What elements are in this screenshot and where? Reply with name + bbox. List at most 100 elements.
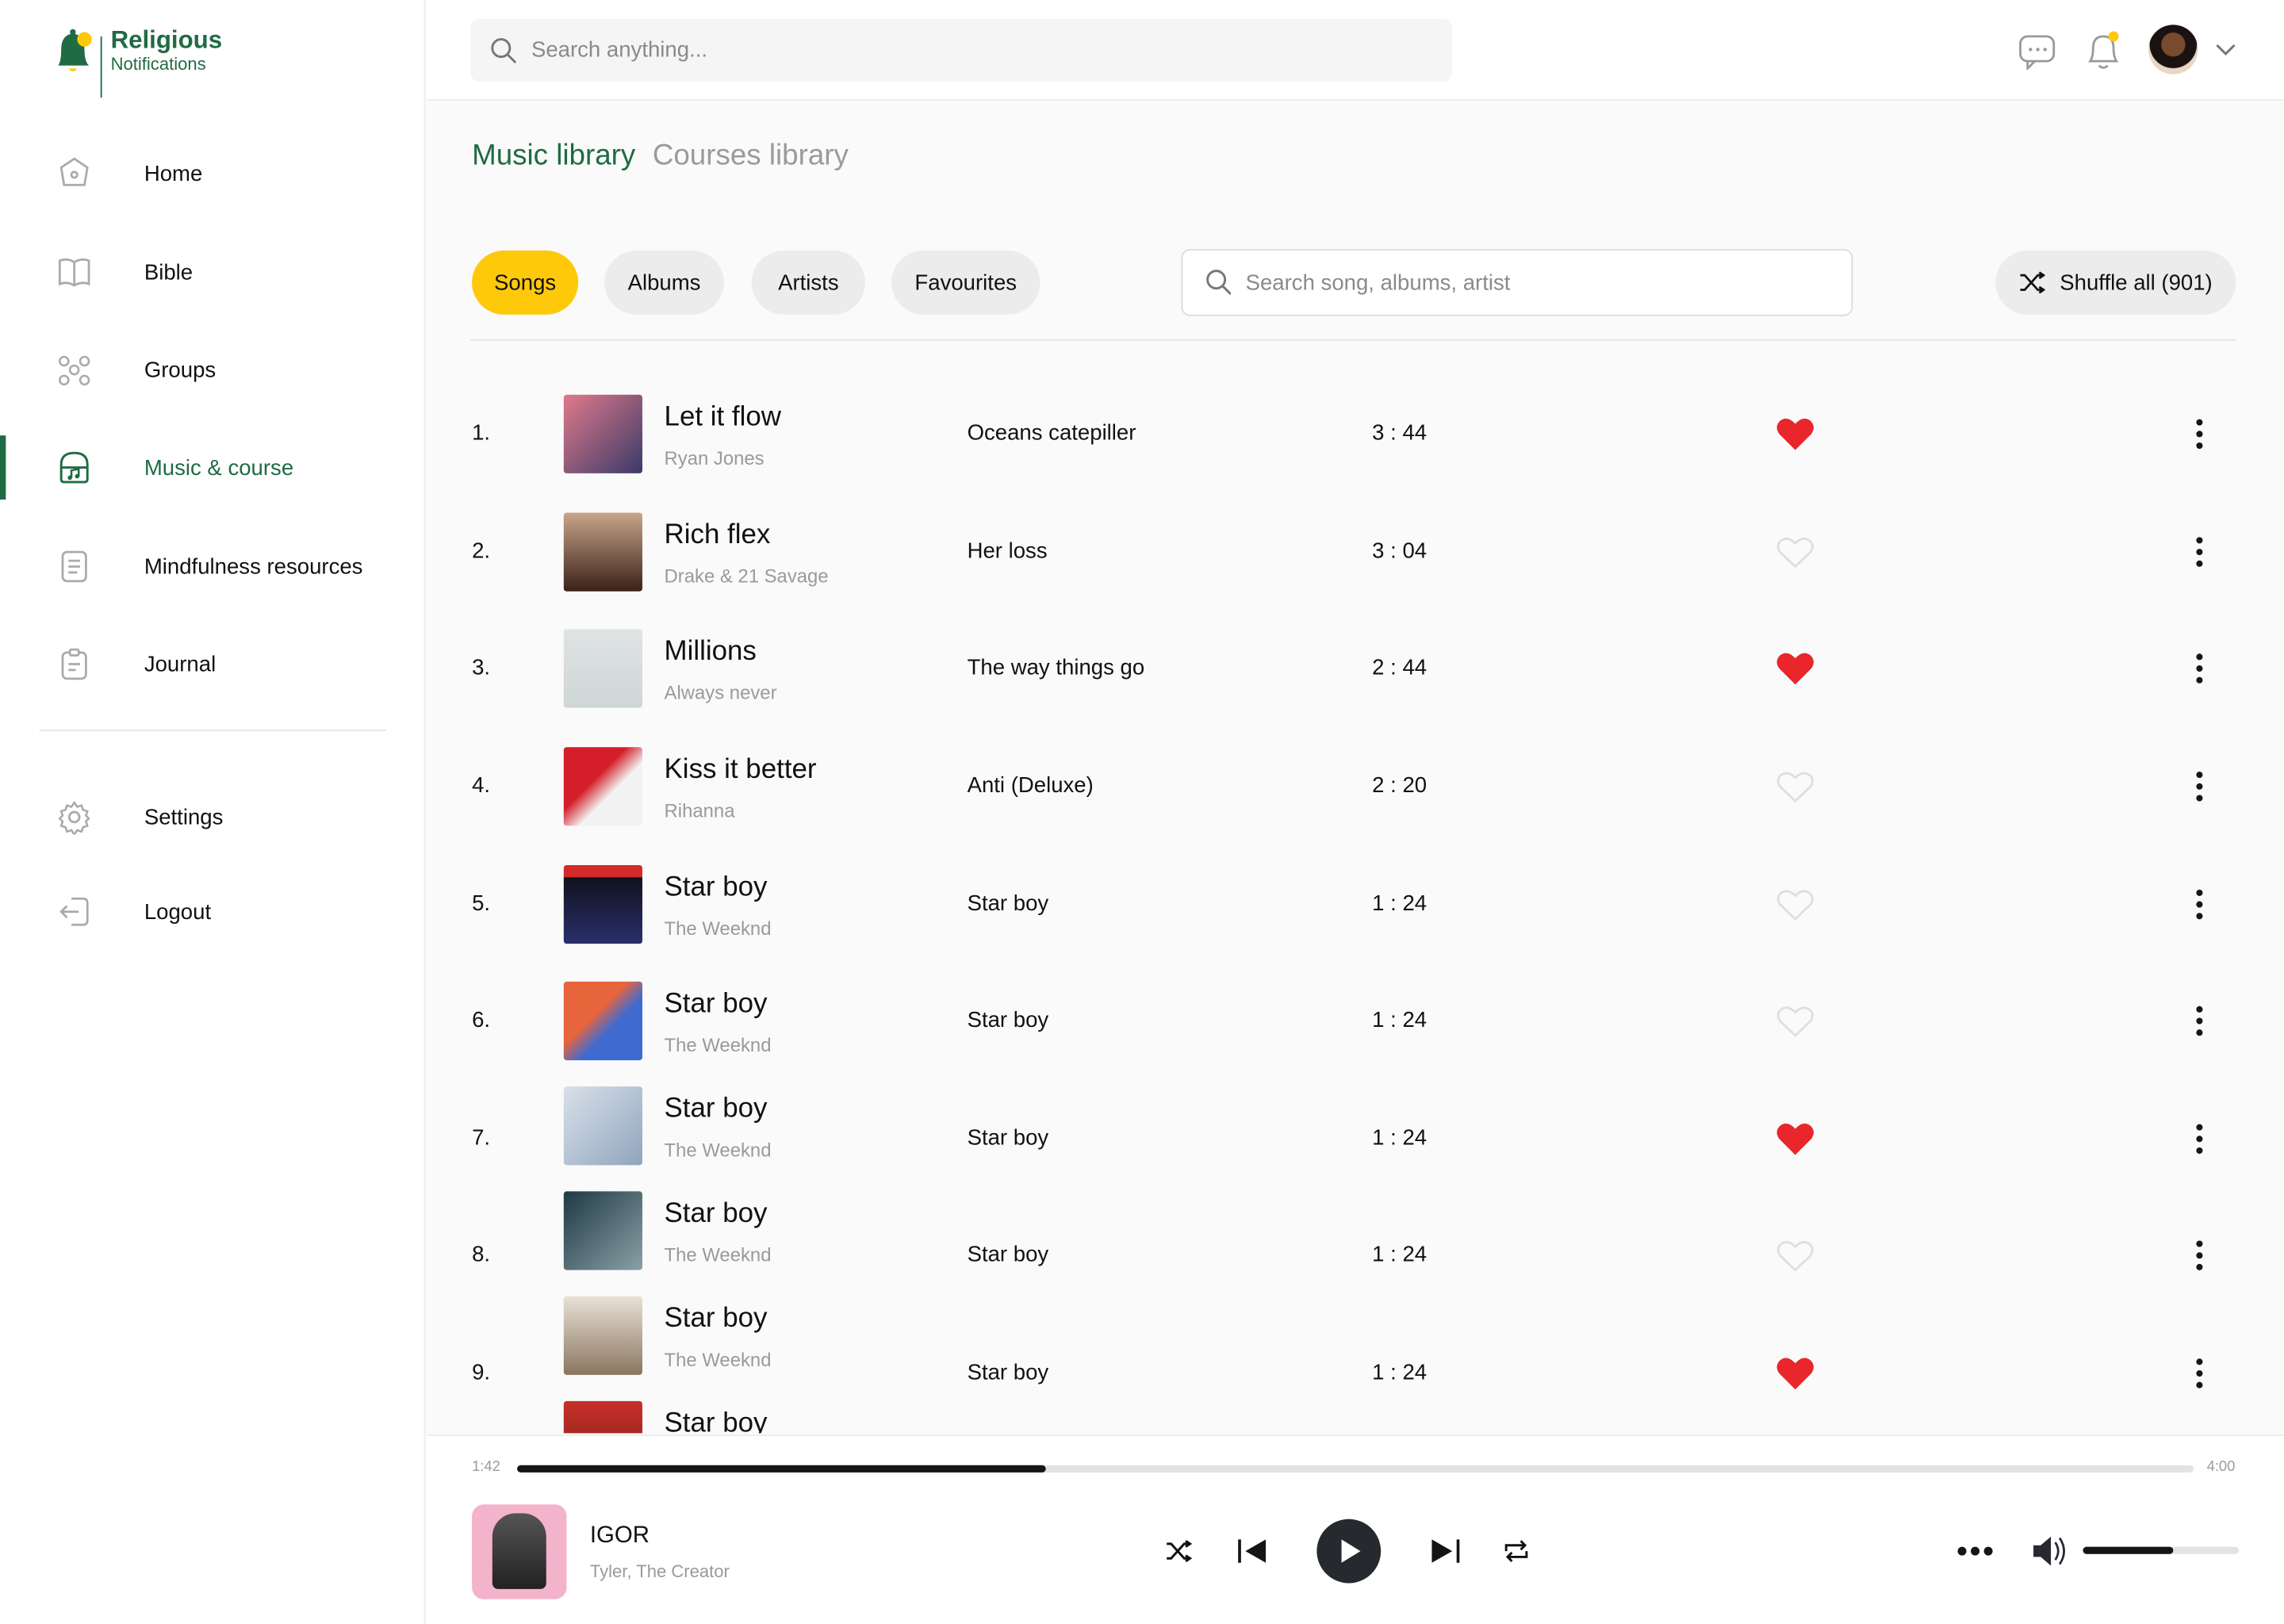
global-search-input[interactable] [531, 37, 1453, 63]
logo[interactable]: Religious Notifications [52, 21, 227, 98]
heart-filled-icon[interactable] [1776, 416, 1815, 451]
song-duration: 1 : 24 [1372, 1360, 1428, 1385]
tab-music-library[interactable]: Music library [472, 140, 635, 173]
heart-filled-icon[interactable] [1776, 1121, 1815, 1156]
kebab-menu-icon[interactable] [2185, 651, 2214, 686]
filter-artists[interactable]: Artists [751, 250, 865, 315]
kebab-menu-icon[interactable] [2185, 1356, 2214, 1391]
tab-courses-library[interactable]: Courses library [653, 140, 849, 173]
kebab-menu-icon[interactable] [2185, 1238, 2214, 1273]
progress-slider[interactable] [517, 1465, 2194, 1473]
heart-outline-icon[interactable] [1776, 769, 1815, 804]
gear-icon [58, 800, 90, 835]
song-cover [563, 1191, 642, 1270]
sidebar-item-groups[interactable]: Groups [0, 338, 425, 402]
sidebar-item-music-course[interactable]: Music & course [0, 435, 425, 500]
kebab-menu-icon[interactable] [2185, 534, 2214, 569]
more-options-icon[interactable] [1956, 1545, 1995, 1557]
song-duration: 3 : 04 [1372, 538, 1428, 564]
filter-songs[interactable]: Songs [472, 250, 579, 315]
sidebar: Religious Notifications Home Bible Group… [0, 0, 426, 1624]
song-album: Anti (Deluxe) [967, 773, 1094, 799]
clipboard-icon [61, 648, 87, 680]
shuffle-all-button[interactable]: Shuffle all (901) [1995, 250, 2236, 315]
song-list: 1. Let it flow Ryan Jones Oceans catepil… [427, 341, 2284, 1434]
sidebar-item-mindfulness-resources[interactable]: Mindfulness resources [0, 534, 425, 599]
heart-filled-icon[interactable] [1776, 1356, 1815, 1391]
heart-outline-icon[interactable] [1776, 534, 1815, 569]
elapsed-time: 1:42 [472, 1459, 500, 1476]
song-title: Star boy [664, 872, 768, 903]
chevron-down-icon[interactable] [2214, 40, 2237, 58]
kebab-menu-icon[interactable] [2185, 416, 2214, 451]
play-icon [1341, 1539, 1361, 1563]
song-title: Kiss it better [664, 754, 817, 785]
chat-icon[interactable] [2018, 32, 2058, 71]
song-title: Star boy [664, 1198, 768, 1230]
song-title: Let it flow [664, 401, 781, 433]
notification-bell-icon[interactable] [2084, 29, 2122, 73]
song-artist: The Weeknd [664, 917, 772, 940]
library-search-input[interactable] [1245, 270, 1852, 295]
sidebar-item-label: Home [144, 160, 203, 186]
sidebar-item-bible[interactable]: Bible [0, 240, 425, 304]
song-duration: 1 : 24 [1372, 1242, 1428, 1267]
song-album: Star boy [967, 1360, 1049, 1385]
song-cover [563, 1296, 642, 1375]
volume-slider[interactable] [2083, 1546, 2240, 1554]
song-number: 3. [472, 655, 491, 680]
repeat-icon[interactable] [1502, 1537, 1531, 1566]
sidebar-item-label: Logout [144, 899, 212, 925]
user-avatar[interactable] [2148, 25, 2198, 75]
song-cover [563, 512, 642, 592]
heart-outline-icon[interactable] [1776, 1238, 1815, 1273]
sidebar-item-label: Groups [144, 357, 217, 383]
kebab-menu-icon[interactable] [2185, 887, 2214, 922]
shuffle-icon[interactable] [1165, 1538, 1194, 1565]
song-artist: The Weeknd [664, 1348, 772, 1371]
sidebar-item-label: Settings [144, 804, 224, 830]
now-playing-title: IGOR [589, 1523, 650, 1549]
brand-name: Religious [110, 26, 223, 54]
kebab-menu-icon[interactable] [2185, 1121, 2214, 1156]
document-icon [61, 550, 87, 583]
book-icon [58, 258, 90, 287]
next-icon[interactable] [1429, 1538, 1461, 1565]
song-album: Her loss [967, 538, 1048, 564]
song-album: Oceans catepiller [967, 420, 1136, 446]
song-cover [563, 629, 642, 708]
song-artist: The Weeknd [664, 1139, 772, 1161]
play-button[interactable] [1316, 1519, 1382, 1584]
sidebar-item-label: Mindfulness resources [144, 553, 363, 580]
sidebar-item-logout[interactable]: Logout [0, 879, 425, 944]
heart-filled-icon[interactable] [1776, 651, 1815, 686]
song-number: 9. [472, 1360, 491, 1385]
song-number: 8. [472, 1242, 491, 1267]
filter-favourites[interactable]: Favourites [891, 250, 1040, 315]
song-artist: Drake & 21 Savage [664, 565, 829, 588]
kebab-menu-icon[interactable] [2185, 769, 2214, 804]
heart-outline-icon[interactable] [1776, 1003, 1815, 1038]
song-title: Star boy [664, 989, 768, 1020]
music-icon [59, 451, 89, 484]
previous-icon[interactable] [1236, 1538, 1268, 1565]
volume-icon[interactable] [2032, 1535, 2070, 1567]
heart-outline-icon[interactable] [1776, 887, 1815, 922]
library-search[interactable] [1181, 249, 1853, 316]
sidebar-item-label: Music & course [144, 454, 294, 481]
sidebar-item-label: Bible [144, 259, 194, 285]
song-artist: Ryan Jones [664, 446, 765, 469]
sidebar-item-settings[interactable]: Settings [0, 785, 425, 849]
sidebar-item-journal[interactable]: Journal [0, 632, 425, 696]
total-time: 4:00 [2206, 1459, 2236, 1476]
filter-albums[interactable]: Albums [604, 250, 724, 315]
song-artist: The Weeknd [664, 1243, 772, 1266]
kebab-menu-icon[interactable] [2185, 1003, 2214, 1038]
song-cover [563, 981, 642, 1061]
global-search[interactable] [470, 18, 1453, 82]
song-number: 5. [472, 891, 491, 917]
song-title: Star boy [664, 1094, 768, 1124]
sidebar-item-home[interactable]: Home [0, 141, 425, 205]
song-title: Star boy [664, 1303, 768, 1335]
brand-tagline: Notifications [110, 53, 206, 75]
